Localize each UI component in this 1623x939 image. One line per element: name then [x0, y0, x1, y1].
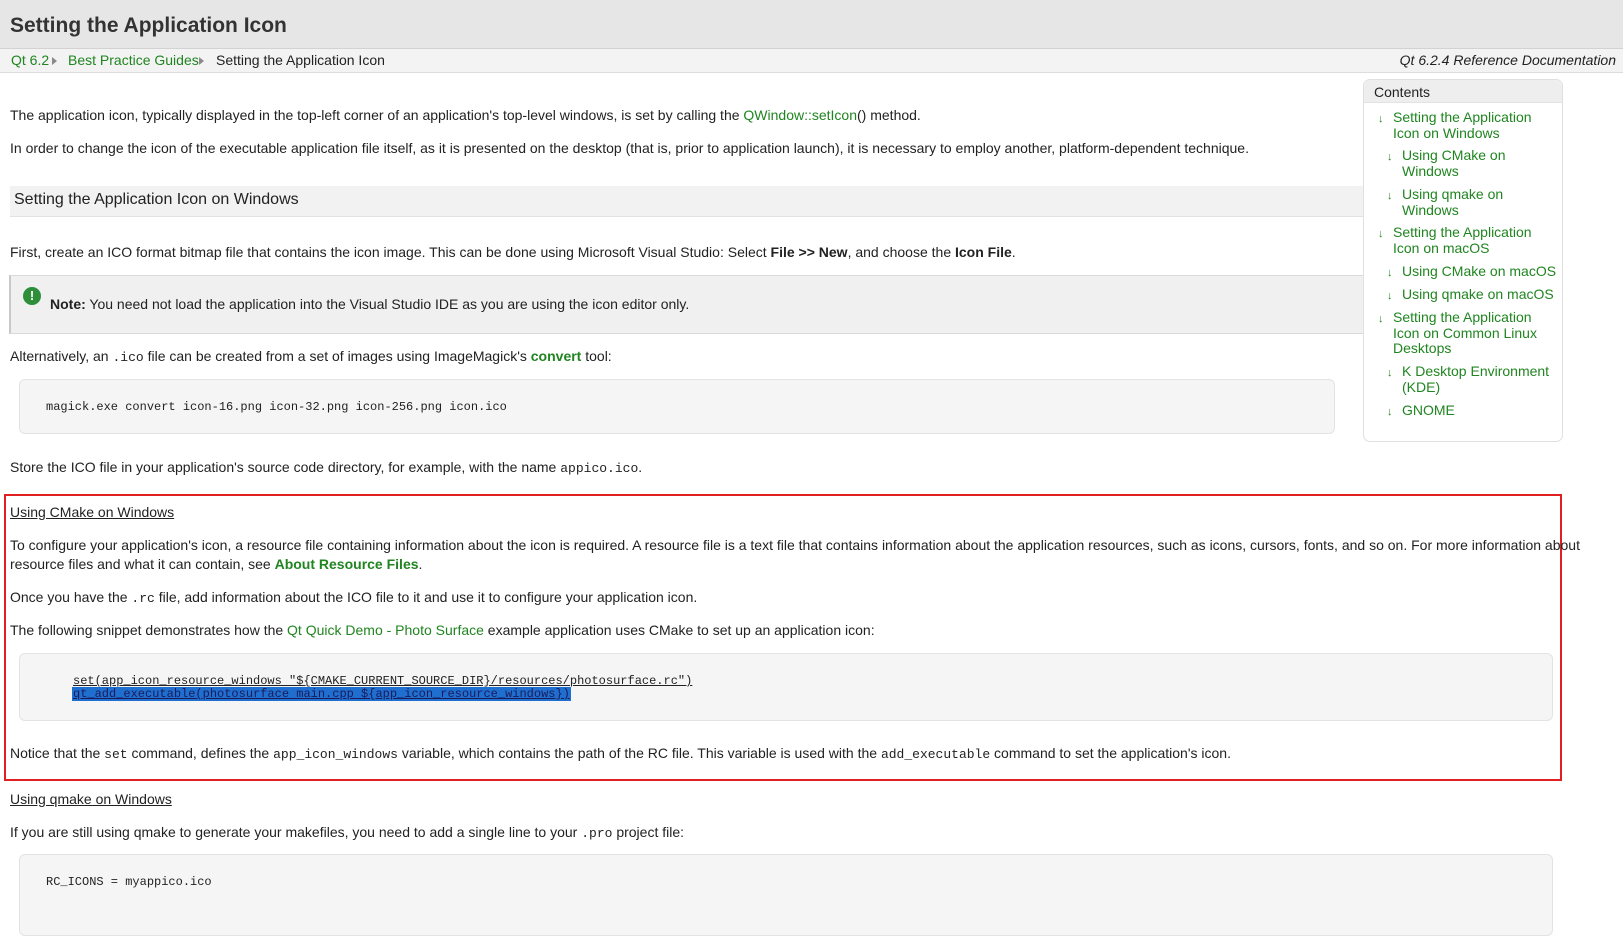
down-arrow-icon: ↓ — [1378, 228, 1384, 240]
store-ico-paragraph: Store the ICO file in your application's… — [10, 458, 642, 478]
paragraph-text: Notice that the — [10, 745, 105, 761]
paragraph-text: . — [418, 556, 423, 572]
down-arrow-icon: ↓ — [1387, 406, 1393, 418]
code-block-convert[interactable]: magick.exe convert icon-16.png icon-32.p… — [19, 379, 1335, 434]
cmake-heading: Using CMake on Windows — [10, 504, 175, 520]
paragraph-text: tool: — [581, 348, 612, 364]
code-block-qmake[interactable]: RC_ICONS = myappico.ico — [19, 854, 1553, 936]
note-body: You need not load the application into t… — [85, 296, 690, 312]
inline-code: set — [104, 747, 128, 762]
paragraph-text: , and choose the — [847, 244, 955, 260]
inline-code: .pro — [581, 826, 613, 841]
code-line: magick.exe convert icon-16.png icon-32.p… — [46, 400, 507, 414]
exclamation-icon: ! — [23, 287, 41, 305]
paragraph-text: Alternatively, an — [10, 348, 113, 364]
down-arrow-icon: ↓ — [1387, 267, 1393, 279]
paragraph-text: command to set the application's icon. — [990, 745, 1231, 761]
cmake-paragraph-1b: resource files and what it can contain, … — [10, 555, 422, 574]
toc-item-cmake-windows[interactable]: Using CMake on Windows — [1402, 147, 1552, 179]
photo-surface-link[interactable]: Qt Quick Demo - Photo Surface — [287, 622, 484, 638]
paragraph-text: . — [638, 459, 643, 475]
intro-text: () method. — [857, 107, 921, 123]
breadcrumb-link-qt[interactable]: Qt 6.2 — [11, 49, 49, 72]
cmake-paragraph-4: Notice that the set command, defines the… — [10, 744, 1231, 764]
toc-item-windows[interactable]: Setting the Application Icon on Windows — [1393, 109, 1553, 141]
toc-item-kde[interactable]: K Desktop Environment (KDE) — [1402, 363, 1557, 395]
toc-title: Contents — [1374, 84, 1431, 100]
down-arrow-icon: ↓ — [1378, 113, 1384, 125]
intro-paragraph-1: The application icon, typically displaye… — [10, 106, 921, 125]
intro-text: The application icon, typically displaye… — [10, 107, 744, 123]
qmake-heading: Using qmake on Windows — [10, 791, 172, 807]
paragraph-text: Once you have the — [10, 589, 132, 605]
table-of-contents: Contents ↓ Setting the Application Icon … — [1363, 79, 1563, 442]
page-header: Setting the Application Icon — [0, 0, 1623, 49]
paragraph-text: project file: — [612, 824, 685, 840]
code-block-cmake[interactable]: set(app_icon_resource_windows "${CMAKE_C… — [19, 653, 1553, 721]
down-arrow-icon: ↓ — [1387, 367, 1393, 379]
convert-link[interactable]: convert — [531, 348, 582, 364]
menu-path-text: File >> New — [770, 244, 848, 260]
reference-doc-label: Qt 6.2.4 Reference Documentation — [1399, 52, 1616, 68]
paragraph-text: example application uses CMake to set up… — [483, 622, 875, 638]
code-line: RC_ICONS = myappico.ico — [46, 875, 212, 889]
paragraph-text: . — [1011, 244, 1016, 260]
selected-code-line: qt_add_executable(photosurface main.cpp … — [72, 687, 571, 701]
intro-paragraph-2: In order to change the icon of the execu… — [10, 140, 1249, 156]
qmake-paragraph-1: If you are still using qmake to generate… — [10, 823, 684, 843]
page-title: Setting the Application Icon — [10, 14, 287, 37]
inline-code: appico.ico — [560, 461, 639, 476]
toc-item-linux[interactable]: Setting the Application Icon on Common L… — [1393, 309, 1553, 357]
breadcrumb-arrow-icon — [199, 57, 204, 65]
imagemagick-paragraph: Alternatively, an .ico file can be creat… — [10, 347, 612, 367]
down-arrow-icon: ↓ — [1387, 151, 1393, 163]
paragraph-text: resource files and what it can contain, … — [10, 556, 275, 572]
breadcrumb: Qt 6.2 Best Practice Guides Setting the … — [0, 49, 1623, 73]
toc-item-gnome[interactable]: GNOME — [1402, 402, 1552, 419]
paragraph-text: variable, which contains the path of the… — [397, 745, 881, 761]
icon-file-text: Icon File — [955, 244, 1012, 260]
qwindow-seticon-link[interactable]: QWindow::setIcon — [743, 107, 857, 123]
paragraph-text: file, add information about the ICO file… — [154, 589, 698, 605]
inline-code: add_executable — [880, 747, 991, 762]
cmake-paragraph-2: Once you have the .rc file, add informat… — [10, 588, 697, 608]
inline-code: .rc — [131, 591, 155, 606]
cmake-paragraph-1: To configure your application's icon, a … — [10, 537, 1580, 553]
breadcrumb-arrow-icon — [52, 57, 57, 65]
toc-item-qmake-macos[interactable]: Using qmake on macOS — [1402, 286, 1560, 303]
section-heading-text: Setting the Application Icon on Windows — [14, 191, 299, 208]
breadcrumb-current: Setting the Application Icon — [216, 52, 385, 68]
breadcrumb-link-best-practice[interactable]: Best Practice Guides — [68, 49, 199, 72]
down-arrow-icon: ↓ — [1387, 190, 1393, 202]
windows-paragraph-1: First, create an ICO format bitmap file … — [10, 243, 1016, 262]
cmake-paragraph-3: The following snippet demonstrates how t… — [10, 621, 875, 640]
down-arrow-icon: ↓ — [1378, 313, 1384, 325]
toc-item-macos[interactable]: Setting the Application Icon on macOS — [1393, 224, 1553, 256]
toc-item-qmake-windows[interactable]: Using qmake on Windows — [1402, 186, 1552, 218]
toc-header: Contents — [1364, 80, 1562, 103]
paragraph-text: Store the ICO file in your application's… — [10, 459, 561, 475]
paragraph-text: The following snippet demonstrates how t… — [10, 622, 288, 638]
note-box: ! Note: You need not load the applicatio… — [9, 275, 1412, 334]
down-arrow-icon: ↓ — [1387, 290, 1393, 302]
about-resource-files-link[interactable]: About Resource Files — [275, 556, 419, 572]
inline-code: .ico — [112, 350, 144, 365]
note-text: Note: You need not load the application … — [50, 296, 689, 312]
section-heading-windows: Setting the Application Icon on Windows — [10, 186, 1410, 217]
paragraph-text: file can be created from a set of images… — [143, 348, 531, 364]
code-line: set(app_icon_resource_windows "${CMAKE_C… — [73, 674, 693, 688]
paragraph-text: If you are still using qmake to generate… — [10, 824, 582, 840]
inline-code: app_icon_windows — [273, 747, 398, 762]
paragraph-text: First, create an ICO format bitmap file … — [10, 244, 771, 260]
paragraph-text: command, defines the — [127, 745, 274, 761]
note-label: Note: — [50, 296, 86, 312]
toc-item-cmake-macos[interactable]: Using CMake on macOS — [1402, 263, 1560, 280]
